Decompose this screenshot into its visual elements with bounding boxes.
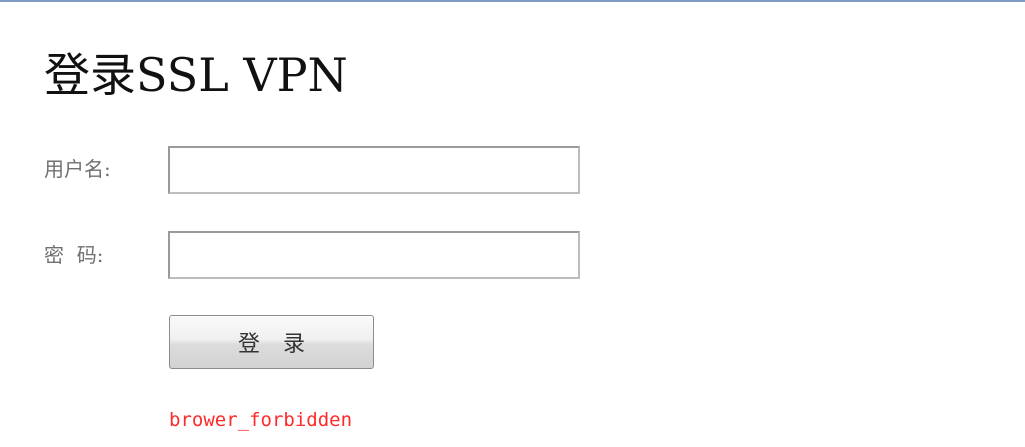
error-message: brower_forbidden (169, 409, 353, 431)
username-label: 用户名: (44, 157, 111, 181)
top-border (0, 0, 1025, 2)
password-label: 密 码: (44, 243, 104, 267)
login-button[interactable]: 登 录 (169, 315, 374, 369)
page-title: 登录SSL VPN (44, 48, 348, 102)
username-input[interactable] (168, 146, 580, 194)
password-input[interactable] (168, 231, 580, 279)
